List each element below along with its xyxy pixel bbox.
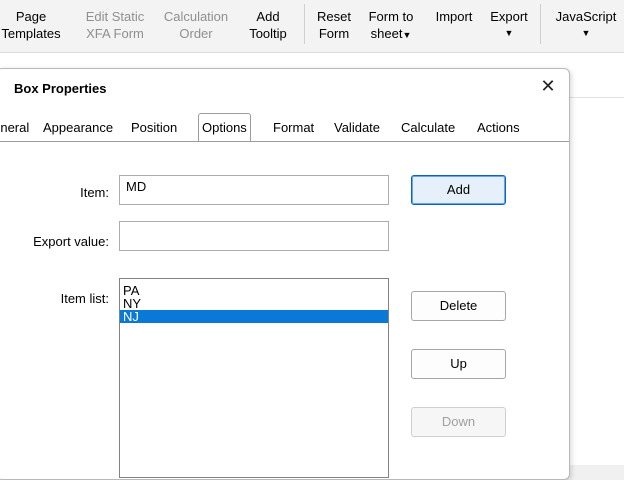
export-value-input[interactable] [119,221,389,251]
calculation-order-line2: Order [179,26,213,41]
page-templates-line1: Page [15,9,47,24]
ribbon-separator [540,4,541,44]
form-to-sheet-line1: Form to [368,9,414,24]
javascript-label: JavaScript [555,9,617,24]
reset-form-button[interactable]: Reset Form [312,8,356,42]
list-item[interactable]: PA [120,284,388,297]
page-templates-button[interactable]: Page Templates [0,8,74,42]
close-icon[interactable]: ✕ [537,75,559,97]
item-list-label: Item list: [60,291,109,306]
tab-actions[interactable]: Actions [477,115,520,141]
tab-calculate[interactable]: Calculate [401,115,455,141]
tab-divider [0,141,569,142]
item-listbox[interactable]: PA NY NJ [119,278,389,478]
list-item-selected[interactable]: NJ [120,310,388,323]
reset-form-line2: Form [318,26,350,41]
item-input[interactable] [119,175,389,205]
edit-static-xfa-line2: XFA Form [86,26,144,41]
reset-form-line1: Reset [317,9,351,24]
import-label: Import [435,9,473,24]
item-label: Item: [80,185,109,200]
delete-button[interactable]: Delete [411,291,506,321]
calculation-order-line1: Calculation [163,9,229,24]
tab-options[interactable]: Options [198,113,251,142]
export-label: Export [490,9,528,24]
form-to-sheet-line2-wrap: sheet▼ [361,25,421,44]
tab-format[interactable]: Format [273,115,314,141]
add-button[interactable]: Add [411,175,506,205]
tab-position[interactable]: Position [131,115,177,141]
tab-general[interactable]: General [0,115,29,141]
add-tooltip-button[interactable]: Add Tooltip [240,8,296,42]
export-value-label: Export value: [33,234,109,249]
tab-validate[interactable]: Validate [334,115,380,141]
page-templates-line2: Templates [1,26,61,41]
document-divider [568,97,624,98]
down-button[interactable]: Down [411,407,506,437]
edit-static-xfa-button[interactable]: Edit Static XFA Form [78,8,152,42]
form-to-sheet-line2: sheet [370,26,403,41]
export-dropdown-arrow-icon: ▼ [504,28,514,38]
calculation-order-button[interactable]: Calculation Order [156,8,236,42]
export-button[interactable]: Export ▼ [484,8,534,42]
dialog-title: Box Properties [14,81,107,96]
up-button[interactable]: Up [411,349,506,379]
ribbon-separator [304,4,305,44]
add-tooltip-line2: Tooltip [249,26,287,41]
add-tooltip-line1: Add [256,9,280,24]
box-properties-dialog: Box Properties ✕ General Appearance Posi… [0,68,570,480]
list-item[interactable]: NY [120,297,388,310]
toolbar-ribbon: Page Templates Edit Static XFA Form Calc… [0,0,624,53]
edit-static-xfa-line1: Edit Static [85,9,145,24]
tab-appearance[interactable]: Appearance [43,115,113,141]
javascript-button[interactable]: JavaScript ▼ [551,8,621,42]
javascript-dropdown-arrow-icon: ▼ [581,28,591,38]
dropdown-arrow-icon: ▼ [402,30,412,40]
import-button[interactable]: Import [428,8,480,25]
form-to-sheet-button[interactable]: Form to sheet▼ [361,8,421,44]
